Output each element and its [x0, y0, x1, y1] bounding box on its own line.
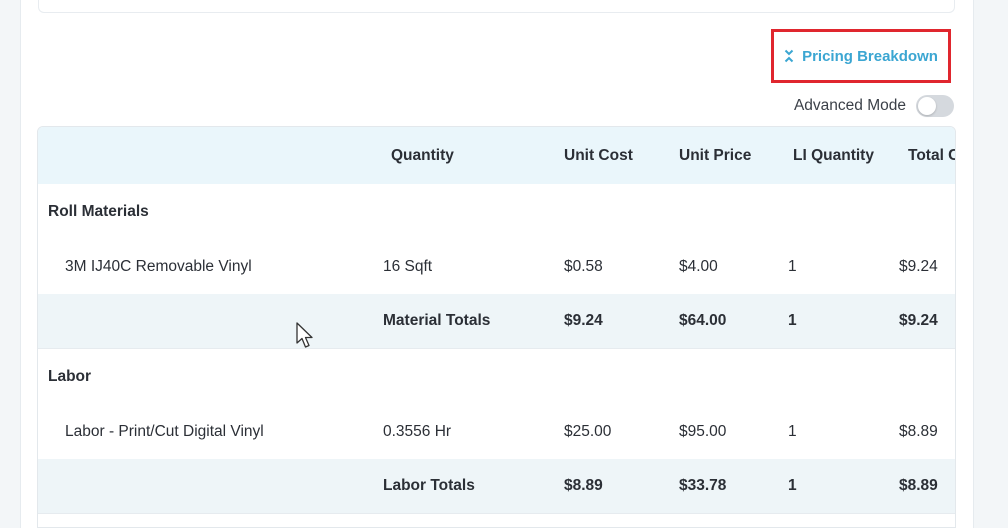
advanced-mode-label: Advanced Mode [793, 97, 906, 114]
item-total: $9.24 [899, 257, 938, 275]
column-header-total: Total C [908, 146, 956, 164]
totals-row-labor: Labor Totals $8.89 $33.78 1 $8.89 [38, 459, 955, 514]
item-total: $8.89 [899, 422, 938, 440]
column-header-quantity: Quantity [391, 146, 454, 164]
item-unit-price: $95.00 [679, 422, 727, 440]
mouse-pointer-icon [296, 322, 316, 355]
table-row[interactable]: Labor - Print/Cut Digital Vinyl 0.3556 H… [38, 404, 955, 460]
section-title: Roll Materials [48, 202, 149, 220]
table-header-row: Quantity Unit Cost Unit Price LI Quantit… [38, 127, 955, 185]
totals-row-materials: Material Totals $9.24 $64.00 1 $9.24 [38, 294, 955, 349]
item-unit-cost: $25.00 [564, 422, 612, 440]
totals-total: $8.89 [899, 477, 938, 494]
item-unit-price: $4.00 [679, 257, 718, 275]
item-quantity: 0.3556 Hr [383, 422, 452, 440]
top-card [38, 0, 955, 13]
table-row[interactable]: 3M IJ40C Removable Vinyl 16 Sqft $0.58 $… [38, 239, 955, 295]
item-li-quantity: 1 [788, 257, 797, 275]
totals-unit-cost: $8.89 [564, 477, 603, 494]
totals-unit-price: $33.78 [679, 477, 727, 494]
totals-li-quantity: 1 [788, 477, 797, 494]
totals-total: $9.24 [899, 312, 938, 329]
totals-unit-price: $64.00 [679, 312, 727, 329]
section-row-roll-materials: Roll Materials [38, 184, 955, 240]
section-title: Labor [48, 367, 92, 385]
advanced-mode-row: Advanced Mode [794, 94, 954, 118]
item-unit-cost: $0.58 [564, 257, 603, 275]
totals-label: Material Totals [383, 312, 491, 329]
totals-label: Labor Totals [383, 477, 475, 494]
advanced-mode-toggle[interactable] [916, 95, 954, 117]
item-name: 3M IJ40C Removable Vinyl [65, 257, 252, 275]
pricing-table: Quantity Unit Cost Unit Price LI Quantit… [37, 126, 956, 528]
column-header-li-quantity: LI Quantity [793, 146, 874, 164]
item-li-quantity: 1 [788, 422, 797, 440]
pricing-breakdown-label: Pricing Breakdown [802, 47, 938, 65]
totals-unit-cost: $9.24 [564, 312, 603, 329]
pricing-breakdown-toggle[interactable]: Pricing Breakdown [771, 29, 951, 83]
item-name: Labor - Print/Cut Digital Vinyl [65, 422, 264, 440]
column-header-unit-price: Unit Price [679, 146, 752, 164]
toggle-knob [918, 97, 936, 115]
item-quantity: 16 Sqft [383, 257, 433, 275]
section-row-labor: Labor [38, 349, 955, 405]
totals-li-quantity: 1 [788, 312, 797, 329]
column-header-unit-cost: Unit Cost [564, 146, 633, 164]
collapse-chevrons-icon [784, 49, 794, 63]
